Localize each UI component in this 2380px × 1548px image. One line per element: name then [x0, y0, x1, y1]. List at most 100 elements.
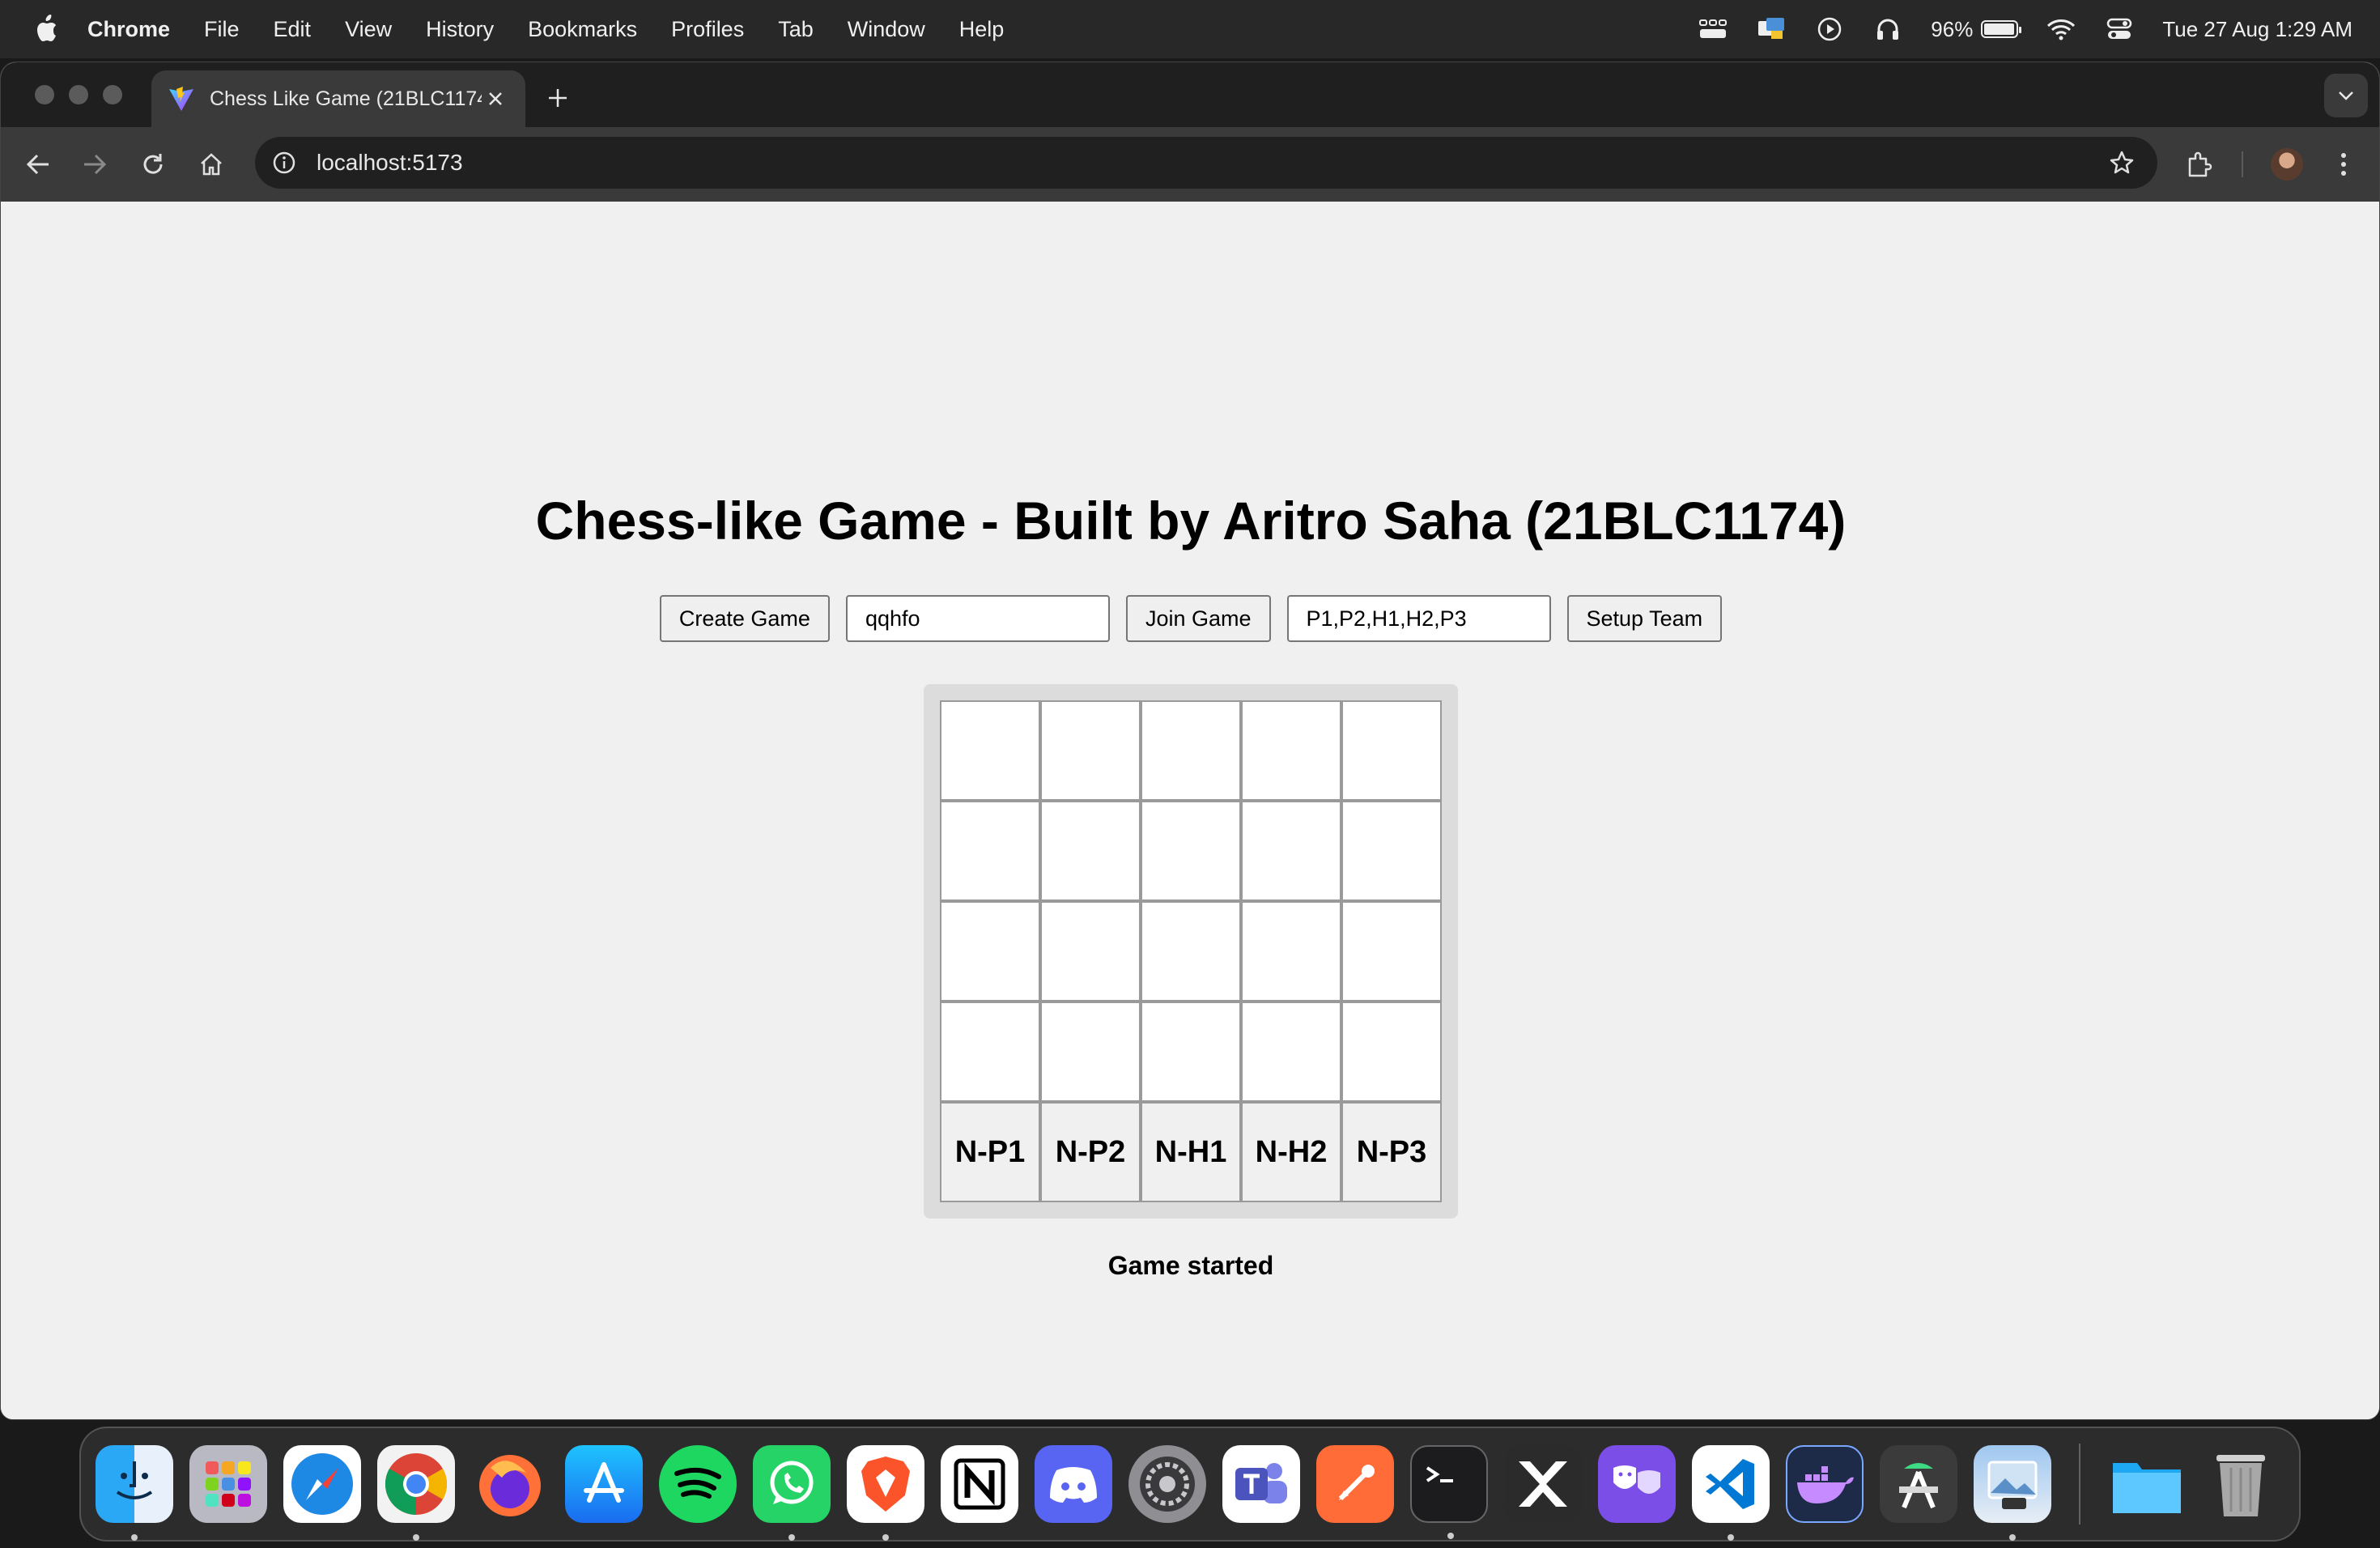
dock-separator — [2079, 1444, 2080, 1525]
menu-history[interactable]: History — [426, 17, 494, 42]
window-controls — [35, 85, 122, 104]
board-cell[interactable] — [940, 801, 1040, 901]
zoom-window-button[interactable] — [103, 85, 122, 104]
menu-app-name[interactable]: Chrome — [87, 17, 170, 42]
board-cell[interactable]: N-H1 — [1141, 1102, 1241, 1202]
trash-icon[interactable] — [2202, 1445, 2280, 1523]
new-tab-plus-icon[interactable] — [542, 82, 574, 114]
tab-strip: Chess Like Game (21BLC1174 — [1, 62, 2379, 127]
board-cell[interactable] — [940, 901, 1040, 1002]
minimize-window-button[interactable] — [69, 85, 88, 104]
back-arrow-icon[interactable] — [20, 147, 56, 182]
menu-bookmarks[interactable]: Bookmarks — [528, 17, 637, 42]
game-board-container: N-P1 N-P2 N-H1 N-H2 N-P3 — [924, 684, 1458, 1218]
setup-team-button[interactable]: Setup Team — [1566, 595, 1723, 642]
firefox-icon[interactable] — [471, 1445, 549, 1523]
address-bar[interactable]: localhost:5173 — [255, 137, 2157, 189]
reload-icon[interactable] — [135, 147, 171, 182]
game-status: Game started — [1107, 1251, 1274, 1280]
terminal-icon[interactable] — [1410, 1445, 1488, 1539]
tab-active[interactable]: Chess Like Game (21BLC1174 — [151, 70, 525, 127]
board-cell[interactable] — [940, 700, 1040, 801]
board-cell[interactable] — [1241, 901, 1341, 1002]
board-cell[interactable] — [1341, 1002, 1442, 1102]
create-game-button[interactable]: Create Game — [659, 595, 830, 642]
board-cell[interactable] — [1241, 700, 1341, 801]
board-cell[interactable] — [940, 1002, 1040, 1102]
chrome-icon[interactable] — [377, 1445, 455, 1541]
vscode-icon[interactable] — [1692, 1445, 1770, 1541]
discord-icon[interactable] — [1035, 1445, 1112, 1523]
menu-edit[interactable]: Edit — [274, 17, 312, 42]
join-game-button[interactable]: Join Game — [1125, 595, 1271, 642]
vscode-insiders-icon[interactable] — [1504, 1445, 1582, 1523]
game-id-input[interactable] — [845, 595, 1110, 642]
board-cell[interactable] — [1040, 1002, 1141, 1102]
board-cell[interactable]: N-P2 — [1040, 1102, 1141, 1202]
board-cell[interactable] — [1040, 901, 1141, 1002]
launchpad-icon[interactable] — [189, 1445, 267, 1523]
spotify-icon[interactable] — [659, 1445, 737, 1523]
brave-icon[interactable] — [847, 1445, 924, 1541]
kebab-menu-icon[interactable] — [2324, 145, 2363, 184]
board-cell[interactable] — [1141, 801, 1241, 901]
menubar-clock[interactable]: Tue 27 Aug 1:29 AM — [2162, 17, 2352, 42]
board-cell[interactable] — [1141, 901, 1241, 1002]
tab-title: Chess Like Game (21BLC1174 — [210, 87, 482, 110]
menu-file[interactable]: File — [204, 17, 240, 42]
page-title: Chess-like Game - Built by Aritro Saha (… — [535, 491, 1847, 551]
android-studio-icon[interactable] — [1880, 1445, 1957, 1523]
board-cell[interactable] — [1241, 1002, 1341, 1102]
app-store-icon[interactable] — [565, 1445, 643, 1523]
downloads-folder-icon[interactable] — [2108, 1445, 2186, 1523]
close-window-button[interactable] — [35, 85, 54, 104]
safari-icon[interactable] — [283, 1445, 361, 1523]
play-circle-icon[interactable] — [1814, 14, 1845, 45]
whatsapp-icon[interactable] — [753, 1445, 831, 1541]
teams-icon[interactable] — [1222, 1445, 1300, 1523]
postman-icon[interactable] — [1316, 1445, 1394, 1523]
profile-avatar[interactable] — [2267, 145, 2306, 184]
wifi-icon[interactable] — [2046, 14, 2076, 45]
battery-indicator[interactable]: 96% — [1931, 17, 2022, 42]
board-cell[interactable]: N-P3 — [1341, 1102, 1442, 1202]
board-cell[interactable]: N-P1 — [940, 1102, 1040, 1202]
site-info-icon[interactable] — [270, 148, 299, 177]
avatar — [2271, 148, 2303, 181]
menu-tab[interactable]: Tab — [778, 17, 814, 42]
tab-close-icon[interactable] — [482, 85, 509, 113]
board-cell[interactable] — [1241, 801, 1341, 901]
url-text[interactable]: localhost:5173 — [317, 150, 463, 176]
apple-icon[interactable] — [31, 13, 62, 45]
board-cell[interactable] — [1341, 801, 1442, 901]
notion-icon[interactable] — [941, 1445, 1018, 1523]
menu-help[interactable]: Help — [959, 17, 1005, 42]
home-icon[interactable] — [193, 147, 229, 182]
forward-arrow-icon[interactable] — [77, 147, 113, 182]
docker-icon[interactable] — [1786, 1445, 1864, 1523]
headphones-icon[interactable] — [1872, 14, 1903, 45]
control-center-icon[interactable] — [2104, 14, 2135, 45]
board-cell[interactable] — [1040, 700, 1141, 801]
board-cell[interactable] — [1341, 700, 1442, 801]
display-icon[interactable] — [1756, 14, 1787, 45]
preview-icon[interactable] — [1974, 1445, 2051, 1541]
extensions-puzzle-icon[interactable] — [2180, 145, 2219, 184]
board-cell[interactable] — [1341, 901, 1442, 1002]
bookmark-star-icon[interactable] — [2107, 148, 2136, 177]
finder-icon[interactable] — [96, 1445, 173, 1541]
menu-window[interactable]: Window — [848, 17, 925, 42]
drama-icon[interactable] — [1598, 1445, 1676, 1523]
tab-search-chevron-icon[interactable] — [2324, 74, 2368, 117]
board-cell[interactable] — [1141, 700, 1241, 801]
stage-manager-icon[interactable] — [1698, 14, 1728, 45]
board-cell[interactable]: N-H2 — [1241, 1102, 1341, 1202]
team-setup-input[interactable] — [1286, 595, 1551, 642]
board-cell[interactable] — [1040, 801, 1141, 901]
system-settings-icon[interactable] — [1128, 1445, 1206, 1523]
menu-profiles[interactable]: Profiles — [671, 17, 744, 42]
menu-bar: Chrome File Edit View History Bookmarks … — [0, 0, 2380, 58]
board-cell[interactable] — [1141, 1002, 1241, 1102]
game-board: N-P1 N-P2 N-H1 N-H2 N-P3 — [940, 700, 1442, 1202]
menu-view[interactable]: View — [345, 17, 392, 42]
